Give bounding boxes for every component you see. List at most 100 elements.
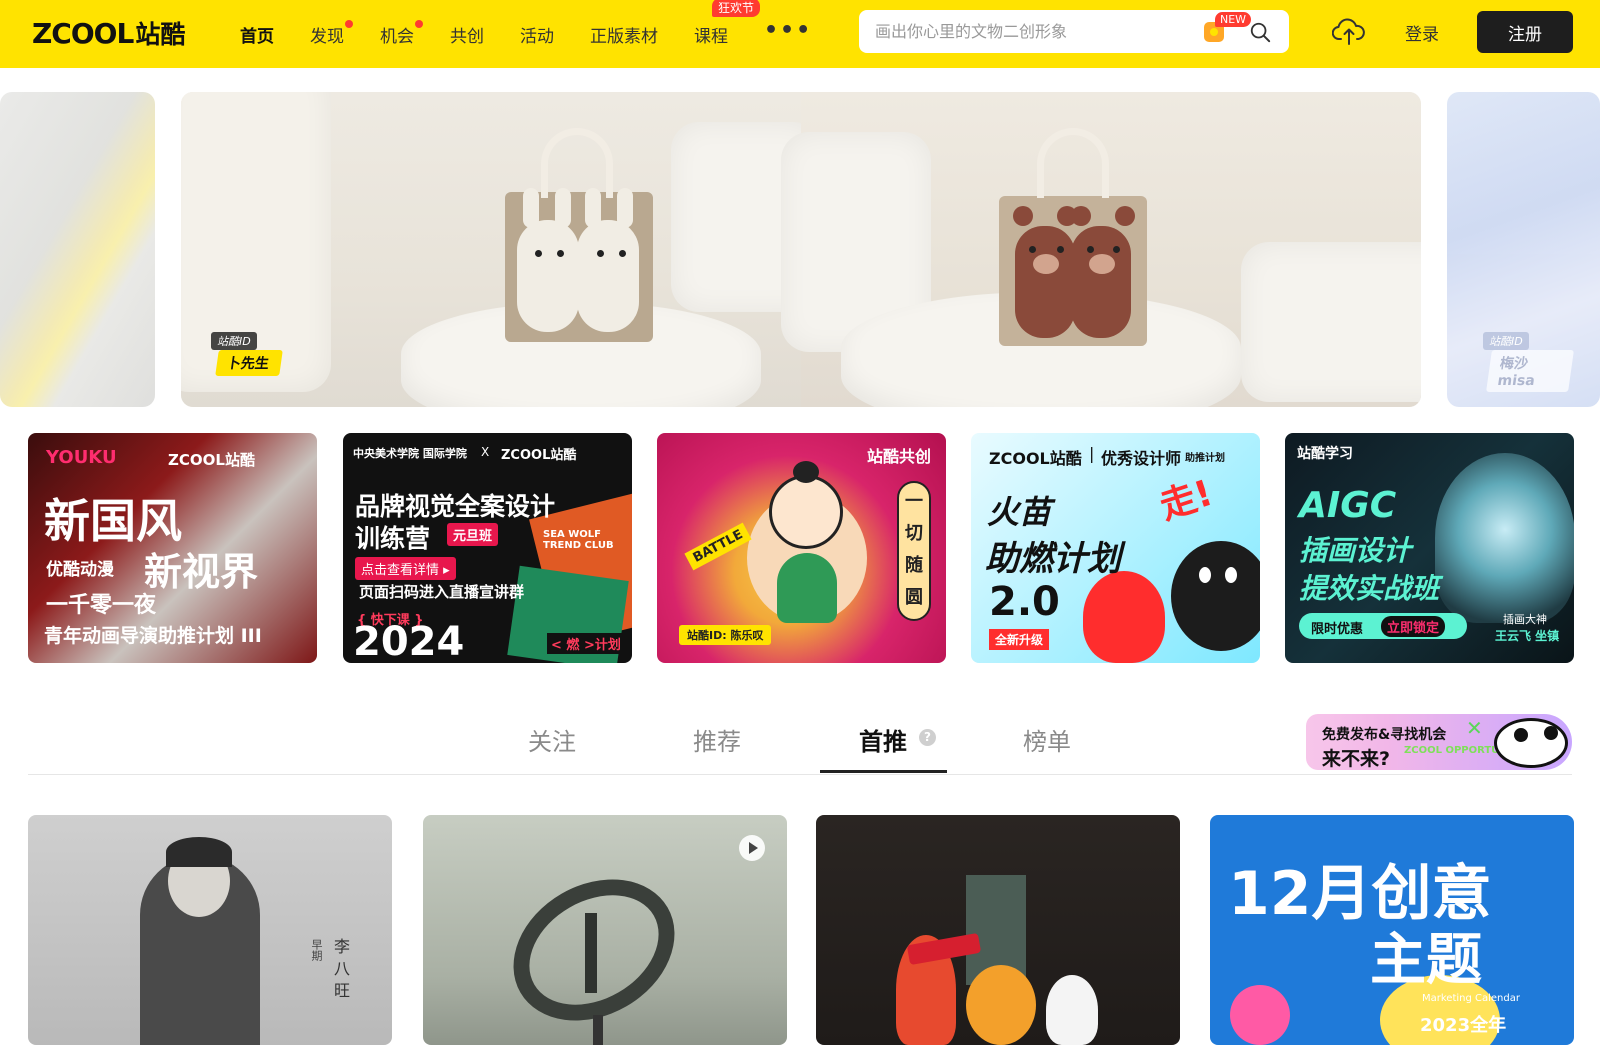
author-tag-label: 站酷ID — [1483, 332, 1529, 350]
work-title: 主题 — [1370, 928, 1482, 993]
carousel-main-slide[interactable]: 站酷ID 卜先生 — [181, 92, 1421, 407]
banner-title1: AIGC — [1299, 485, 1397, 526]
more-menu-button[interactable]: ••• — [764, 18, 812, 43]
work-side-text: 早期 — [310, 939, 323, 961]
banner-battle: BATTLE — [684, 522, 752, 571]
banner-year: 2024 — [353, 619, 465, 663]
festival-badge: 狂欢节 — [712, 0, 761, 17]
banner-subtitle: 新视界 — [144, 549, 259, 594]
work-caption: 八 — [334, 959, 351, 978]
banner-tag: 元旦班 — [447, 523, 499, 546]
banner-brand: ZCOOL站酷 — [989, 449, 1082, 468]
banner-spark-plan[interactable]: ZCOOL站酷 | 优秀设计师 助推计划 火苗 助燃计划 走! 2.0 全新升级 — [971, 433, 1260, 663]
banner-youku-guofeng[interactable]: YOUKU ZCOOL站酷 新国风 优酷动漫 新视界 一千零一夜 青年动画导演助… — [28, 433, 317, 663]
zcool-logo[interactable]: ZCOOL 站酷 — [32, 16, 185, 50]
banner-version: 2.0 — [989, 579, 1060, 625]
new-badge: NEW — [1215, 12, 1252, 27]
nav-label: 课程 — [694, 26, 728, 47]
nav-item-licensed-assets[interactable]: 正版素材 — [590, 22, 658, 47]
banner-line3: 青年动画导演助推计划 III — [44, 625, 262, 647]
work-caption: 李 — [334, 937, 351, 956]
opportunities-promo-card[interactable]: 免费发布&寻找机会 来不来? ZCOOL OPPORTUNITIES ✕ — [1306, 714, 1572, 770]
banner-program-sub: 助推计划 — [1185, 453, 1225, 464]
work-card[interactable] — [423, 815, 787, 1045]
banner-sep: | — [1089, 444, 1095, 463]
banner-line: 页面扫码进入直播宣讲群 — [359, 583, 525, 601]
nav-item-opportunities[interactable]: 机会 — [380, 19, 423, 47]
banner-header-brand: ZCOOL站酷 — [501, 448, 577, 463]
tab-divider — [28, 774, 1572, 775]
banner-upgrade: 全新升级 — [989, 629, 1050, 650]
banner-line1: 优酷动漫 — [46, 560, 114, 580]
hero-image-bear-bag — [781, 92, 1421, 407]
author-tag[interactable]: 站酷ID 卜先生 — [211, 332, 299, 378]
nav-item-home[interactable]: 首页 — [240, 22, 274, 47]
work-caption: 旺 — [334, 981, 351, 1000]
banner-brand-design-camp[interactable]: 中央美术学院 国际学院 X ZCOOL站酷 品牌视觉全案设计 训练营 元旦班 S… — [343, 433, 632, 663]
search-box: NEW — [859, 10, 1289, 53]
author-tag-name: 卜先生 — [215, 350, 283, 376]
banner-label: 站酷共创 — [867, 447, 932, 466]
nav-label: 发现 — [310, 26, 344, 47]
promo-line1: 免费发布&寻找机会 — [1322, 727, 1447, 743]
banner-side-text: SEA WOLF TREND CLUB — [543, 529, 614, 551]
register-button[interactable]: 注册 — [1477, 11, 1573, 53]
play-video-icon[interactable] — [739, 835, 765, 861]
author-tag[interactable]: 站酷ID 梅沙misa — [1483, 332, 1574, 392]
banner-promo-pill[interactable]: 限时优惠 立即锁定 — [1299, 613, 1467, 639]
logo-wordmark: ZCOOL — [32, 16, 134, 50]
notification-dot — [345, 19, 353, 28]
work-card[interactable] — [816, 815, 1180, 1045]
hero-image-rabbit-bag: 站酷ID 卜先生 — [181, 92, 821, 407]
search-input[interactable] — [875, 10, 1205, 53]
banner-header-x: X — [481, 445, 490, 459]
banner-teacher-role: 插画大神 — [1503, 613, 1547, 626]
promo-line2: 来不来? — [1322, 748, 1391, 770]
work-card[interactable]: 李 八 旺 早期 — [28, 815, 392, 1045]
carousel-prev-slide[interactable] — [0, 92, 155, 407]
main-nav: 首页 发现 机会 共创 活动 正版素材 课程 狂欢节 ••• — [240, 0, 848, 68]
banner-title3: 提效实战班 — [1299, 572, 1440, 605]
tab-following[interactable]: 关注 — [528, 722, 576, 757]
help-icon[interactable]: ? — [919, 729, 936, 746]
banner-cta[interactable]: 点击查看详情 ▸ — [355, 557, 456, 580]
notification-dot — [415, 19, 423, 28]
login-link[interactable]: 登录 — [1405, 20, 1439, 45]
author-tag-label: 站酷ID — [211, 332, 257, 350]
banner-cocreate-circle[interactable]: 站酷共创 BATTLE 一 切 随 圆 站酷ID: 陈乐叹 — [657, 433, 946, 663]
work-subtitle: Marketing Calendar — [1422, 993, 1520, 1004]
tab-rankings[interactable]: 榜单 — [1023, 722, 1071, 757]
banner-label: 站酷学习 — [1297, 446, 1353, 462]
logo-chinese: 站酷 — [135, 20, 186, 49]
banner-aigc-course[interactable]: 站酷学习 AIGC 插画设计 提效实战班 限时优惠 立即锁定 插画大神 王云飞 … — [1285, 433, 1574, 663]
work-card[interactable]: 12月创意 主题 Marketing Calendar 2023全年 — [1210, 815, 1574, 1045]
banner-title2: 插画设计 — [1299, 534, 1412, 567]
nav-item-discover[interactable]: 发现 — [310, 19, 353, 47]
upload-cloud-icon[interactable] — [1332, 16, 1366, 46]
top-header: ZCOOL 站酷 首页 发现 机会 共创 活动 正版素材 课程 狂欢节 ••• … — [0, 0, 1600, 68]
banner-teacher: 王云飞 坐镇 — [1495, 629, 1560, 643]
nav-item-events[interactable]: 活动 — [520, 22, 554, 47]
banner-partner-logo: YOUKU — [46, 447, 117, 468]
nav-item-courses[interactable]: 课程 狂欢节 — [694, 0, 761, 47]
banner-vertical-title: 一 切 随 圆 — [897, 481, 931, 621]
banner-title2: 助燃计划 — [985, 539, 1121, 579]
banner-title1: 品牌视觉全案设计 — [355, 492, 556, 521]
banner-shout: 走! — [1155, 472, 1218, 528]
tab-recommended[interactable]: 推荐 — [693, 722, 741, 757]
banner-brand: ZCOOL站酷 — [168, 451, 255, 469]
banner-author: 站酷ID: 陈乐叹 — [679, 625, 772, 645]
tab-featured[interactable]: 首推 — [859, 722, 907, 757]
sparkle-icon: ✕ — [1466, 716, 1483, 740]
carousel-next-slide[interactable]: 站酷ID 梅沙misa — [1447, 92, 1600, 407]
banner-plan: < 燃 >计划 — [547, 633, 625, 654]
author-tag-name: 梅沙misa — [1486, 350, 1574, 392]
banner-line2: 一千零一夜 — [46, 593, 157, 618]
banner-title1: 火苗 — [987, 493, 1052, 531]
search-icon[interactable] — [1249, 21, 1271, 43]
nav-item-cocreate[interactable]: 共创 — [450, 22, 484, 47]
work-year: 2023全年 — [1420, 1015, 1507, 1036]
banner-program: 优秀设计师 — [1101, 449, 1182, 468]
banner-header-left: 中央美术学院 国际学院 — [353, 447, 467, 460]
nav-label: 机会 — [380, 26, 414, 47]
